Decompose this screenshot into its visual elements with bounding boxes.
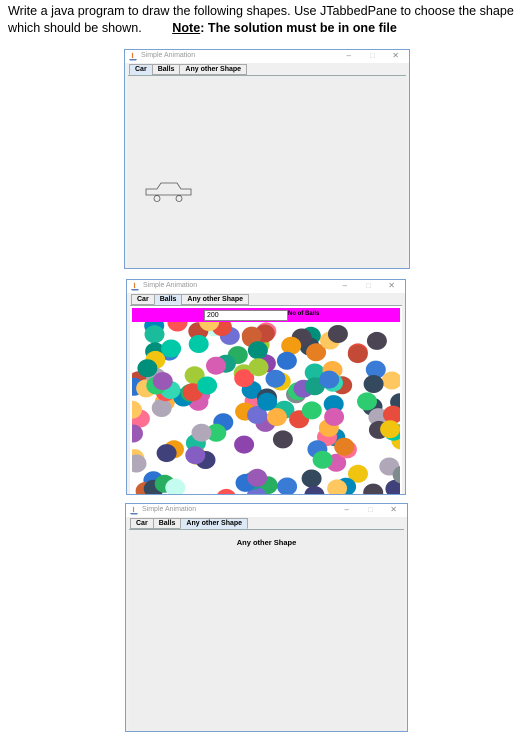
ball — [301, 401, 322, 420]
balls-panel: No of Balls — [130, 305, 402, 494]
title-bar: Simple Animation – □ ✕ — [125, 50, 409, 63]
tab-any-other-shape[interactable]: Any other Shape — [179, 64, 248, 75]
tab-car[interactable]: Car — [131, 294, 155, 305]
ball — [327, 325, 348, 343]
ball — [161, 339, 182, 358]
ball — [265, 369, 286, 388]
window-title: Simple Animation — [142, 506, 197, 513]
tab-any-other-shape[interactable]: Any other Shape — [181, 294, 250, 305]
car-panel — [128, 75, 406, 268]
ball — [152, 372, 173, 391]
other-shape-panel: Any other Shape — [129, 529, 404, 731]
ball — [319, 370, 340, 389]
other-shape-label: Any other Shape — [236, 538, 297, 547]
ball-count-input[interactable] — [204, 310, 288, 321]
ball — [277, 477, 298, 494]
tab-bar: Car Balls Any other Shape — [129, 64, 248, 75]
java-app-icon — [130, 506, 138, 515]
window-title: Simple Animation — [143, 282, 198, 289]
ball — [156, 444, 177, 463]
car-drawing — [145, 182, 192, 202]
tab-car[interactable]: Car — [130, 518, 154, 529]
ball — [304, 485, 325, 494]
ball — [188, 335, 209, 353]
ball — [137, 359, 158, 378]
title-bar: Simple Animation – □ ✕ — [126, 504, 407, 517]
ball-count-label: No of Balls — [288, 311, 320, 317]
ball — [363, 483, 384, 494]
ball — [247, 468, 268, 487]
ball — [380, 420, 400, 439]
ball — [151, 399, 172, 417]
ball — [281, 336, 302, 355]
ball — [266, 408, 287, 427]
close-button[interactable]: ✕ — [390, 505, 397, 514]
maximize-button[interactable]: □ — [368, 505, 373, 514]
window-balls: Simple Animation – □ ✕ Car Balls Any oth… — [126, 279, 406, 495]
minimize-button[interactable]: – — [345, 505, 349, 514]
ball — [247, 341, 268, 360]
instruction-note: Note: The solution must be in one file — [172, 21, 397, 35]
ball — [347, 345, 368, 364]
ball — [312, 450, 333, 469]
java-app-icon — [129, 52, 137, 61]
window-car: Simple Animation – □ ✕ Car Balls Any oth… — [124, 49, 410, 269]
ball — [132, 454, 147, 473]
tab-car[interactable]: Car — [129, 64, 153, 75]
java-app-icon — [131, 282, 139, 291]
ball — [144, 325, 165, 344]
ball — [206, 356, 226, 375]
ball — [363, 375, 384, 393]
ball — [167, 322, 188, 332]
balls-control-bar: No of Balls — [132, 308, 400, 322]
tab-balls[interactable]: Balls — [152, 518, 182, 529]
window-other-shape: Simple Animation – □ ✕ Car Balls Any oth… — [125, 503, 408, 732]
ball — [191, 423, 212, 442]
ball — [248, 358, 269, 377]
ball — [257, 392, 278, 411]
ball — [324, 407, 345, 426]
tab-any-other-shape[interactable]: Any other Shape — [180, 518, 249, 529]
close-button[interactable]: ✕ — [392, 51, 399, 60]
ball — [334, 437, 355, 456]
tab-balls[interactable]: Balls — [153, 294, 183, 305]
close-button[interactable]: ✕ — [388, 281, 395, 290]
minimize-button[interactable]: – — [343, 281, 347, 290]
ball — [366, 331, 387, 350]
tab-bar: Car Balls Any other Shape — [131, 294, 250, 305]
ball — [234, 435, 255, 454]
maximize-button[interactable]: □ — [370, 51, 375, 60]
ball — [185, 446, 206, 465]
instruction-line-2: which should be shown. — [8, 21, 142, 35]
tab-balls[interactable]: Balls — [151, 64, 181, 75]
tab-bar: Car Balls Any other Shape — [130, 518, 249, 529]
ball — [357, 392, 377, 411]
ball — [197, 376, 218, 395]
minimize-button[interactable]: – — [347, 51, 351, 60]
maximize-button[interactable]: □ — [366, 281, 371, 290]
ball — [272, 430, 293, 449]
title-bar: Simple Animation – □ ✕ — [127, 280, 405, 293]
ball — [276, 351, 297, 370]
ball — [301, 469, 322, 488]
ball — [217, 488, 236, 494]
balls-canvas — [132, 322, 400, 494]
instruction-line-1: Write a java program to draw the followi… — [8, 4, 514, 18]
ball — [381, 371, 400, 390]
assignment-instructions: Write a java program to draw the followi… — [8, 3, 523, 37]
window-title: Simple Animation — [141, 52, 196, 59]
balls-drawing — [132, 322, 400, 494]
